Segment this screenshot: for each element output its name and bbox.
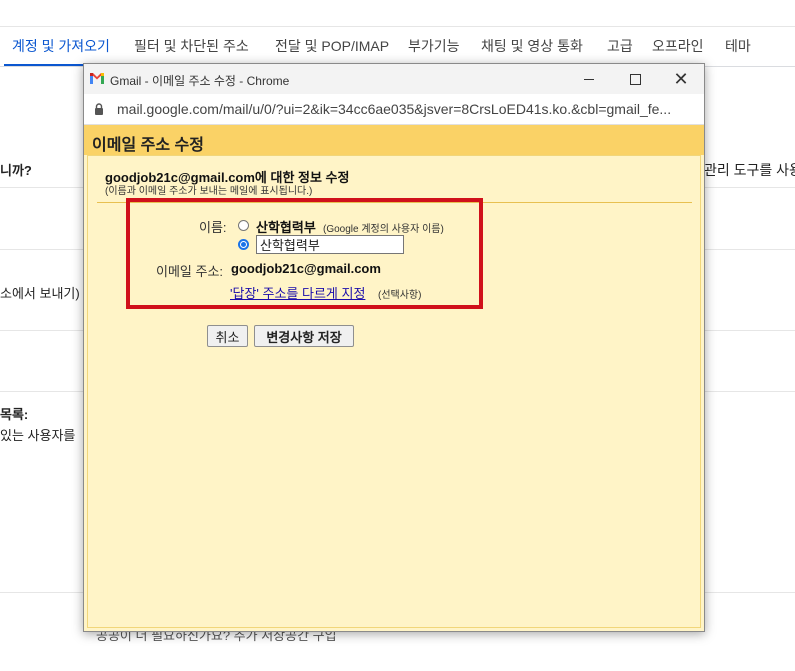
google-name-option: 산학협력부 [256,220,316,235]
email-label: 이메일 주소: [156,264,224,279]
address-bar[interactable]: mail.google.com/mail/u/0/?ui=2&ik=34cc6a… [84,94,704,125]
gmail-settings-page: 계정 및 가져오기 필터 및 차단된 주소 전달 및 POP/IMAP 부가기능… [0,0,795,671]
window-titlebar: Gmail - 이메일 주소 수정 - Chrome ✕ [84,64,704,94]
bg-list-label: 목록: [0,407,29,422]
save-changes-button[interactable]: 변경사항 저장 [254,325,354,347]
radio-google-name[interactable] [238,220,249,231]
minimize-button[interactable] [566,64,612,94]
tab-forwarding-pop-imap[interactable]: 전달 및 POP/IMAP [275,36,389,56]
maximize-icon [629,73,641,85]
close-icon: ✕ [673,68,689,89]
info-divider [97,202,692,203]
dialog-header: 이메일 주소 수정 [84,125,704,155]
minimize-icon [584,78,594,80]
bg-section-question: 니까? [0,163,32,178]
top-divider [0,26,795,27]
maximize-button[interactable] [612,64,658,94]
edit-email-popup-window: Gmail - 이메일 주소 수정 - Chrome ✕ mail.google… [83,63,705,632]
tab-filters-blocked[interactable]: 필터 및 차단된 주소 [134,36,249,56]
bg-admin-tools-text: 관리 도구를 사용 [704,162,795,178]
tab-chat-meet[interactable]: 채팅 및 영상 통화 [481,36,583,56]
dialog-title: 이메일 주소 수정 [92,137,204,154]
bg-users-text: 있는 사용자를 [0,428,76,443]
settings-tabs: 계정 및 가져오기 필터 및 차단된 주소 전달 및 POP/IMAP 부가기능… [0,28,795,66]
name-label: 이름: [199,220,227,235]
tab-addons[interactable]: 부가기능 [408,36,460,56]
reply-to-hint: (선택사항) [378,290,422,301]
tab-advanced[interactable]: 고급 [607,36,633,56]
lock-icon [95,103,103,115]
gmail-icon [90,73,104,84]
close-button[interactable]: ✕ [658,64,704,94]
tab-accounts-import[interactable]: 계정 및 가져오기 [12,36,110,56]
cancel-button[interactable]: 취소 [207,325,248,347]
dialog-content: 이메일 주소 수정 goodjob21c@gmail.com에 대한 정보 수정… [84,125,704,631]
tab-themes[interactable]: 테마 [725,36,751,56]
google-name-hint: (Google 계정의 사용자 이름) [323,224,444,235]
reply-to-link[interactable]: '답장' 주소를 다르게 지정 [230,283,365,302]
radio-custom-name[interactable] [238,239,249,250]
info-subtitle: (이름과 이메일 주소가 보내는 메일에 표시됩니다.) [105,186,313,197]
tab-offline[interactable]: 오프라인 [652,36,704,56]
window-title: Gmail - 이메일 주소 수정 - Chrome [110,74,290,88]
bg-send-as-text: 소에서 보내기) [0,286,80,301]
email-value: goodjob21c@gmail.com [231,261,381,276]
custom-name-input[interactable] [256,235,404,254]
url-text[interactable]: mail.google.com/mail/u/0/?ui=2&ik=34cc6a… [117,101,697,117]
